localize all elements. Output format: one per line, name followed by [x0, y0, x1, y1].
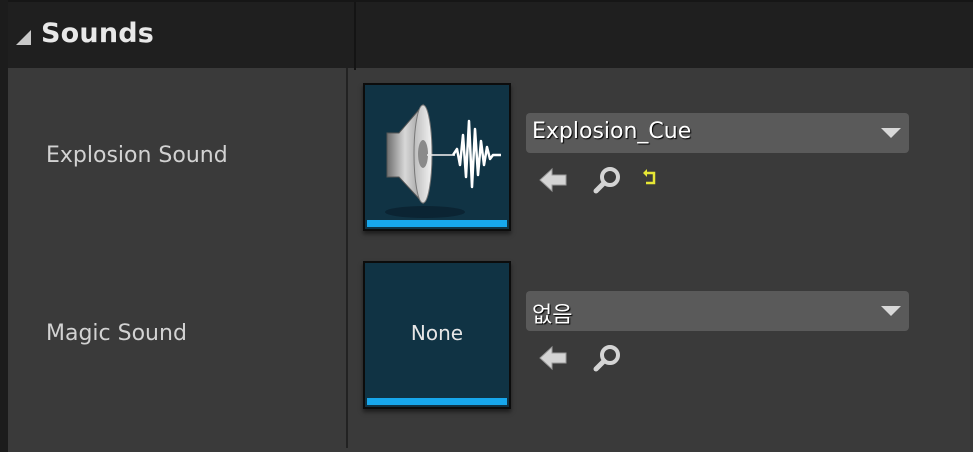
reset-to-default-icon[interactable]: [636, 163, 670, 197]
column-divider[interactable]: [346, 68, 348, 448]
section-title: Sounds: [41, 18, 155, 49]
asset-combo-value: 없음: [532, 303, 573, 328]
header-divider: [354, 2, 356, 70]
browse-magnifier-icon[interactable]: [590, 341, 624, 375]
thumbnail-type-bar: [367, 398, 507, 405]
use-selected-arrow-icon[interactable]: [536, 341, 570, 375]
dropdown-arrow-icon: [881, 128, 901, 138]
panel-left-edge: [0, 0, 8, 452]
asset-combo-explosion-sound[interactable]: Explosion_Cue: [526, 113, 909, 153]
property-label-magic-sound: Magic Sound: [46, 321, 187, 346]
browse-magnifier-icon[interactable]: [590, 163, 624, 197]
speaker-waveform-icon: [385, 103, 501, 218]
triangle-down-icon[interactable]: [16, 30, 31, 45]
dropdown-arrow-icon: [881, 306, 901, 316]
thumbnail-type-bar: [367, 220, 507, 227]
thumbnail-none-text: None: [410, 321, 464, 345]
asset-thumbnail-magic-sound[interactable]: None: [363, 261, 511, 409]
asset-thumbnail-explosion-sound[interactable]: [363, 83, 511, 231]
asset-combo-magic-sound[interactable]: 없음: [526, 291, 909, 331]
asset-combo-value: Explosion_Cue: [532, 119, 692, 144]
property-label-explosion-sound: Explosion Sound: [46, 143, 228, 168]
section-header[interactable]: Sounds: [8, 0, 973, 70]
details-panel: Sounds Explosion Sound Explosion_Cue Mag…: [0, 0, 973, 452]
use-selected-arrow-icon[interactable]: [536, 163, 570, 197]
